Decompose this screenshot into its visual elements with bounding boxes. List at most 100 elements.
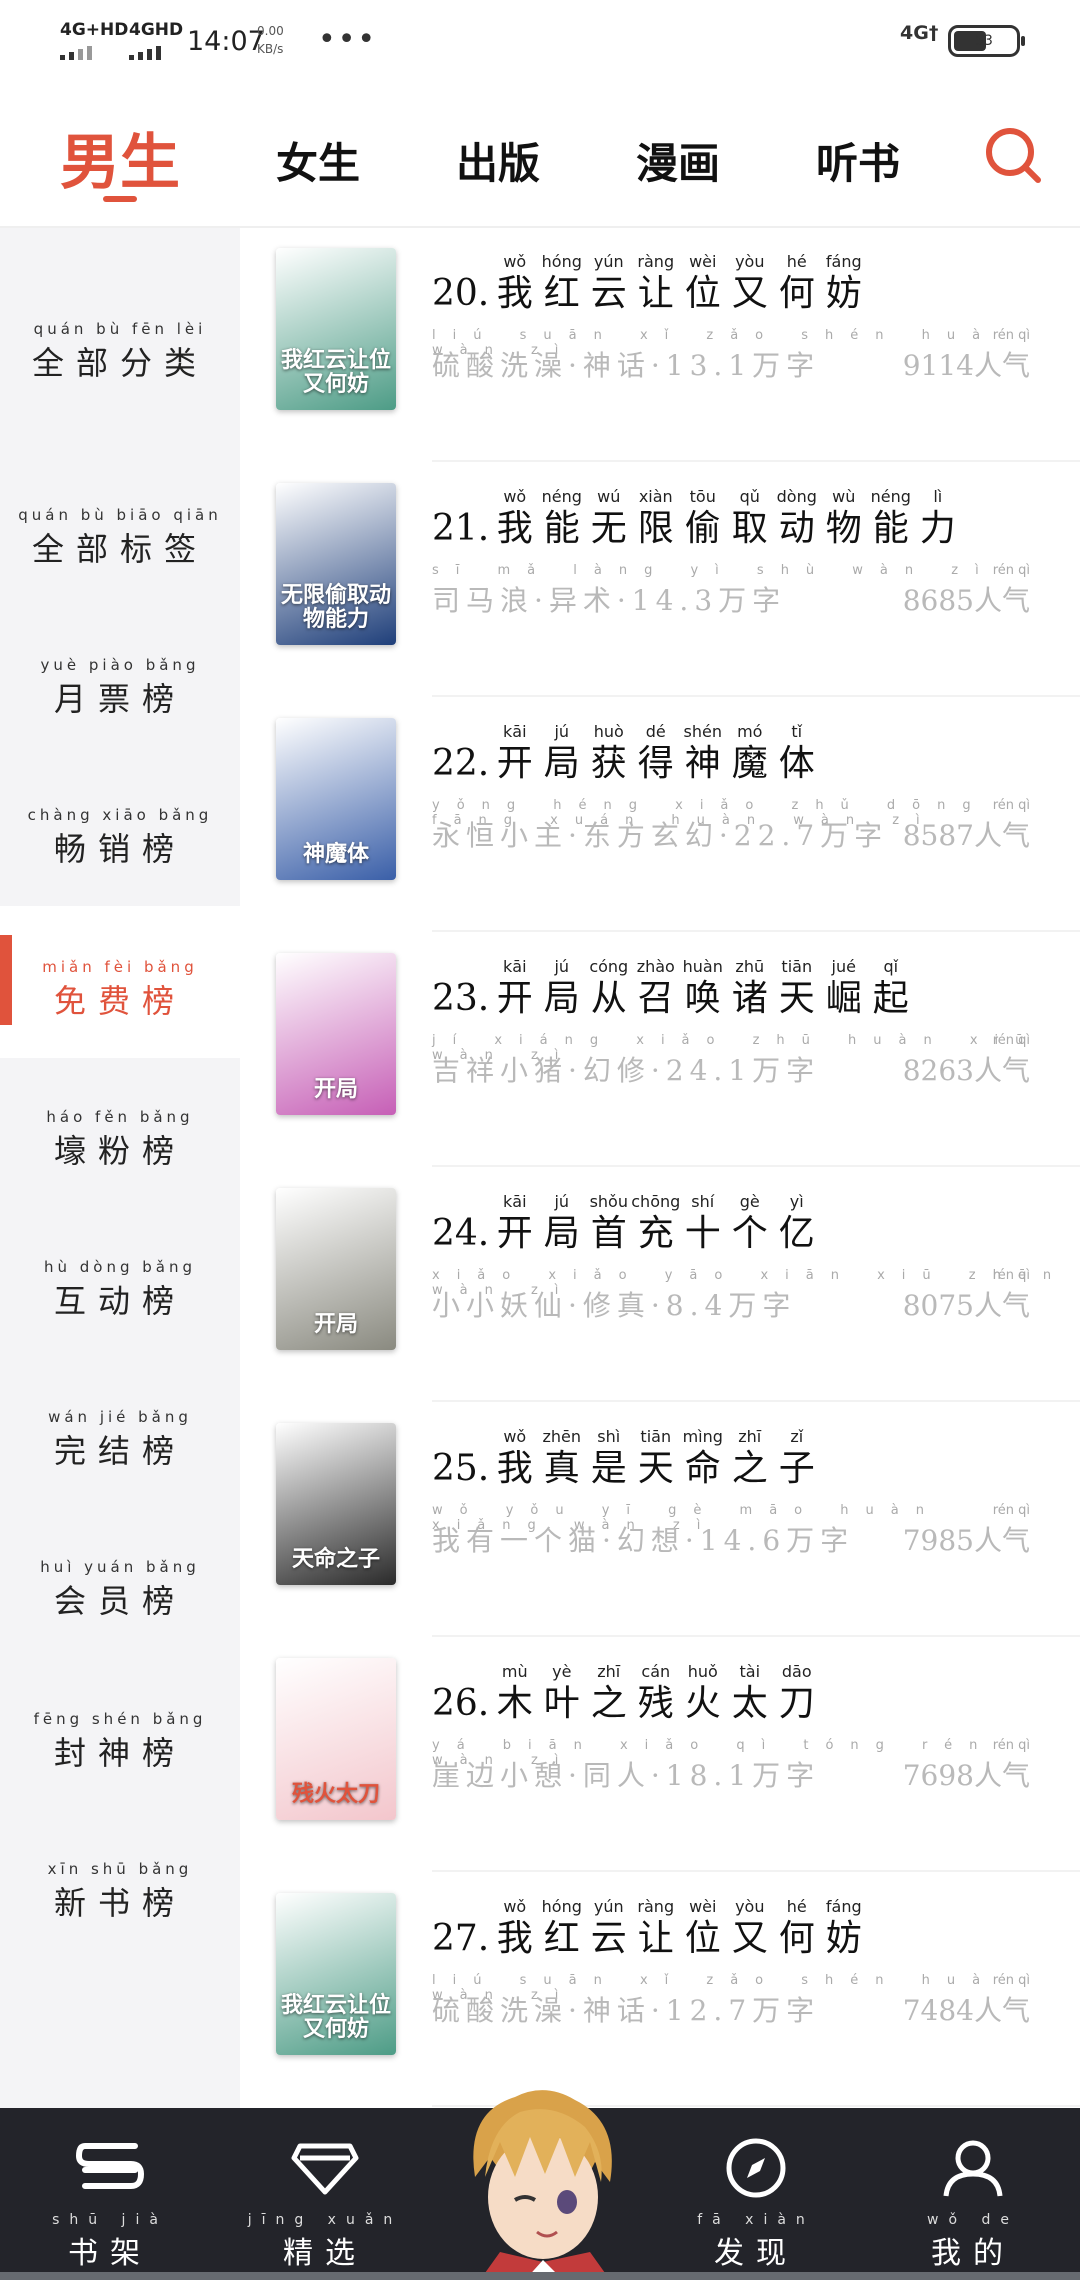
title-char: 动 xyxy=(778,508,815,549)
search-icon[interactable] xyxy=(984,126,1042,184)
sidebar-item-new-books[interactable]: xīn shū bǎng 新书榜 xyxy=(0,1860,240,1924)
popularity-pinyin: rén qì xyxy=(992,1973,1030,1988)
book-row[interactable]: 开局 24. kāi 开 jú 局 shǒu 首 chōng 充 shí 十 gè 个 yì 亿 xiǎo xi… xyxy=(276,1168,1080,1402)
book-title[interactable]: 27. wǒ 我 hóng 红 yún 云 ràng 让 wèi 位 yòu 又 hé 何 fáng 妨 xyxy=(432,1897,867,1961)
sidebar-item-completed[interactable]: wán jié bǎng 完结榜 xyxy=(0,1408,240,1472)
sidebar-item-all-categories[interactable]: quán bù fēn lèi 全部分类 xyxy=(0,320,240,384)
title-character: dòng 动 xyxy=(773,487,820,551)
book-row[interactable]: 我红云让位又何妨 27. wǒ 我 hóng 红 yún 云 ràng 让 wèi 位 yòu 又 hé 何 f… xyxy=(276,1873,1080,2107)
book-title[interactable]: 24. kāi 开 jú 局 shǒu 首 chōng 充 shí 十 gè 个 yì 亿 xyxy=(432,1192,820,1256)
book-cover[interactable]: 天命之子 xyxy=(276,1423,396,1585)
title-character: fáng 妨 xyxy=(820,252,867,316)
popularity-value: 9114人气 xyxy=(902,349,1030,382)
book-cover[interactable]: 残火太刀 xyxy=(276,1658,396,1820)
sidebar-item-interaction[interactable]: hù dòng bǎng 互动榜 xyxy=(0,1258,240,1322)
title-char: 位 xyxy=(684,273,721,314)
title-pinyin: qǐ xyxy=(883,957,899,976)
book-row[interactable]: 无限偷取动物能力 21. wǒ 我 néng 能 wú 无 xiàn 限 tōu 偷 qǔ 取 dòng 动 w… xyxy=(276,463,1080,697)
title-pinyin: zhēn xyxy=(542,1427,582,1446)
title-char: 局 xyxy=(543,1213,580,1254)
title-pinyin: jú xyxy=(554,957,570,976)
tab-comics[interactable]: 漫画 xyxy=(636,130,720,191)
book-row[interactable]: 天命之子 25. wǒ 我 zhēn 真 shì 是 tiān 天 mìng 命 zhī 之 zǐ 子 wǒ y… xyxy=(276,1403,1080,1637)
book-title[interactable]: 21. wǒ 我 néng 能 wú 无 xiàn 限 tōu 偷 qǔ 取 dòng 动 wù 物 néng 能 l… xyxy=(432,487,961,551)
book-popularity: rén qì 8587人气 xyxy=(903,798,1030,854)
book-rank: 20. xyxy=(432,273,490,314)
sidebar-item-pinyin: wán jié bǎng xyxy=(48,1408,192,1426)
book-cover[interactable]: 开局 xyxy=(276,1188,396,1350)
title-character: wǒ 我 xyxy=(491,487,538,551)
title-pinyin: zhī xyxy=(738,1427,762,1446)
title-char: 我 xyxy=(496,1448,533,1489)
tab-publish[interactable]: 出版 xyxy=(456,130,540,191)
nav-pinyin: wǒ de xyxy=(927,2212,1019,2228)
book-cover[interactable]: 开局 xyxy=(276,953,396,1115)
popularity-value: 8263人气 xyxy=(902,1054,1030,1087)
sidebar-item-pinyin: huì yuán bǎng xyxy=(40,1558,200,1576)
row-divider xyxy=(432,1635,1080,1637)
title-pinyin: yún xyxy=(593,1897,624,1916)
title-char: 云 xyxy=(590,273,627,314)
title-character: zǐ 子 xyxy=(773,1427,820,1491)
book-meta-text: 永恒小主·东方玄幻·22.7万字 xyxy=(432,819,889,852)
book-popularity: rén qì 7985人气 xyxy=(903,1503,1030,1559)
title-character: chōng 充 xyxy=(631,1192,680,1256)
title-character: yún 云 xyxy=(585,1897,632,1961)
book-title[interactable]: 25. wǒ 我 zhēn 真 shì 是 tiān 天 mìng 命 zhī 之 zǐ 子 xyxy=(432,1427,820,1491)
title-pinyin: néng xyxy=(541,487,582,506)
title-char: 取 xyxy=(731,508,768,549)
title-character: zhū 诸 xyxy=(726,957,773,1021)
book-title[interactable]: 26. mù 木 yè 叶 zhī 之 cán 残 huǒ 火 tài 太 dāo 刀 xyxy=(432,1662,820,1726)
book-cover-text: 开局 xyxy=(313,1311,358,1337)
title-char: 个 xyxy=(731,1213,768,1254)
book-cover[interactable]: 我红云让位又何妨 xyxy=(276,248,396,410)
book-cover[interactable]: 神魔体 xyxy=(276,718,396,880)
book-row[interactable]: 我红云让位又何妨 20. wǒ 我 hóng 红 yún 云 ràng 让 wèi 位 yòu 又 hé 何 f… xyxy=(276,228,1080,462)
title-pinyin: zhào xyxy=(636,957,675,976)
sidebar-item-label: 完结榜 xyxy=(53,1432,186,1470)
book-cover-text: 无限偷取动物能力 xyxy=(280,582,391,632)
sidebar-item-monthly-votes[interactable]: yuè piào bǎng 月票榜 xyxy=(0,656,240,720)
book-row[interactable]: 残火太刀 26. mù 木 yè 叶 zhī 之 cán 残 huǒ 火 tài 太 dāo 刀 yá biān… xyxy=(276,1638,1080,1872)
book-title[interactable]: 23. kāi 开 jú 局 cóng 从 zhào 召 huàn 唤 zhū 诸 tiān 天 jué 崛 qǐ… xyxy=(432,957,914,1021)
nav-bookshelf[interactable]: shū jià 书架 xyxy=(30,2138,190,2272)
network-speed: 0.00 KB/s xyxy=(257,22,284,58)
battery-icon: 53 xyxy=(948,25,1025,57)
tab-audiobooks[interactable]: 听书 xyxy=(816,130,900,191)
title-character: kāi 开 xyxy=(491,957,538,1021)
tab-female[interactable]: 女生 xyxy=(276,130,360,191)
tab-male[interactable]: 男生 xyxy=(60,114,180,201)
title-char: 叶 xyxy=(543,1683,580,1724)
book-row[interactable]: 神魔体 22. kāi 开 jú 局 huò 获 dé 得 shén 神 mó 魔 tǐ 体 yǒng héng… xyxy=(276,698,1080,932)
sidebar-item-label: 全部分类 xyxy=(31,344,208,382)
title-character: fáng 妨 xyxy=(820,1897,867,1961)
nav-featured[interactable]: jīng xuǎn 精选 xyxy=(245,2138,405,2272)
nav-pinyin: fā xiàn xyxy=(697,2212,815,2228)
nav-discover[interactable]: fā xiàn 发现 xyxy=(676,2138,836,2272)
sidebar-item-label: 畅销榜 xyxy=(53,830,186,868)
sidebar-item-top-fans[interactable]: háo fěn bǎng 壕粉榜 xyxy=(0,1108,240,1172)
title-character: ràng 让 xyxy=(632,252,679,316)
mascot-avatar-button[interactable] xyxy=(445,2082,635,2280)
sidebar-item-hall-of-fame[interactable]: fēng shén bǎng 封神榜 xyxy=(0,1710,240,1774)
sidebar-item-bestseller[interactable]: chàng xiāo bǎng 畅销榜 xyxy=(0,806,240,870)
title-character: hé 何 xyxy=(773,252,820,316)
title-character: jú 局 xyxy=(538,1192,585,1256)
book-rank: 24. xyxy=(432,1213,490,1254)
sidebar-item-all-tags[interactable]: quán bù biāo qiān 全部标签 xyxy=(0,506,240,570)
bookshelf-icon xyxy=(75,2143,145,2189)
person-icon xyxy=(943,2140,1003,2197)
diamond-icon xyxy=(291,2143,359,2195)
book-cover[interactable]: 无限偷取动物能力 xyxy=(276,483,396,645)
title-character: yòu 又 xyxy=(726,1897,773,1961)
sidebar-item-members[interactable]: huì yuán bǎng 会员榜 xyxy=(0,1558,240,1622)
sidebar-item-free[interactable]: miǎn fèi bǎng 免费榜 xyxy=(0,958,240,1022)
title-character: zhī 之 xyxy=(726,1427,773,1491)
book-title[interactable]: 22. kāi 开 jú 局 huò 获 dé 得 shén 神 mó 魔 tǐ 体 xyxy=(432,722,820,786)
book-cover[interactable]: 我红云让位又何妨 xyxy=(276,1893,396,2055)
book-rank: 21. xyxy=(432,508,490,549)
book-row[interactable]: 开局 23. kāi 开 jú 局 cóng 从 zhào 召 huàn 唤 zhū 诸 tiān 天 jué 崛… xyxy=(276,933,1080,1167)
nav-mine[interactable]: wǒ de 我的 xyxy=(893,2138,1053,2272)
title-pinyin: qǔ xyxy=(739,487,760,506)
book-title[interactable]: 20. wǒ 我 hóng 红 yún 云 ràng 让 wèi 位 yòu 又 hé 何 fáng 妨 xyxy=(432,252,867,316)
